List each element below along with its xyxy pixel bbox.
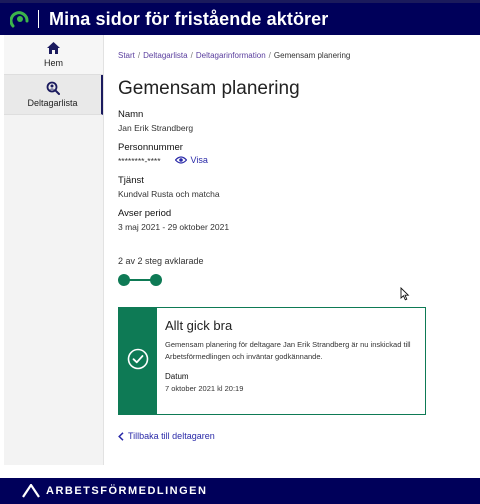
footer-logo-icon [22, 484, 40, 498]
page-title: Gemensam planering [118, 78, 300, 99]
period-label: Avser period [118, 208, 172, 219]
chevron-left-icon [118, 431, 124, 441]
back-to-participant-link[interactable]: Tillbaka till deltagaren [118, 431, 215, 441]
site-header: Mina sidor för fristående aktörer [0, 3, 480, 35]
datum-value: 7 oktober 2021 kl 20:19 [165, 384, 244, 393]
datum-label: Datum [165, 372, 189, 381]
header-divider [38, 10, 39, 28]
arbetsformedlingen-logo-icon[interactable] [8, 7, 32, 31]
sidebar: Hem Deltagarlista [4, 35, 104, 465]
visa-button[interactable]: Visa [174, 154, 208, 165]
breadcrumb-deltagarlista[interactable]: Deltagarlista [143, 51, 187, 60]
personnummer-value: ********-**** [118, 156, 161, 166]
period-value: 3 maj 2021 - 29 oktober 2021 [118, 222, 230, 232]
success-card-title: Allt gick bra [165, 318, 233, 333]
namn-label: Namn [118, 109, 144, 120]
tjanst-value: Kundval Rusta och matcha [118, 189, 220, 199]
breadcrumb-deltagarinformation[interactable]: Deltagarinformation [196, 51, 266, 60]
success-card-bar [119, 308, 157, 414]
field-personnummer: Personnummer ********-**** Visa [118, 142, 470, 166]
field-tjanst: Tjänst Kundval Rusta och matcha [118, 175, 470, 199]
site-footer: ARBETSFÖRMEDLINGEN [0, 478, 480, 504]
steps-status: 2 av 2 steg avklarade [118, 256, 204, 266]
breadcrumb-current: Gemensam planering [273, 51, 351, 60]
field-period: Avser period 3 maj 2021 - 29 oktober 202… [118, 208, 470, 232]
tjanst-label: Tjänst [118, 175, 144, 186]
check-circle-icon [127, 348, 149, 375]
search-person-icon [46, 81, 60, 95]
footer-brand: ARBETSFÖRMEDLINGEN [46, 485, 208, 497]
home-icon [47, 41, 61, 55]
main-content: Start / Deltagarlista / Deltagarinformation /… [118, 35, 470, 441]
header-title: Mina sidor för fristående aktörer [49, 8, 329, 29]
personnummer-label: Personnummer [118, 142, 183, 153]
eye-icon [174, 155, 187, 164]
namn-value: Jan Erik Strandberg [118, 123, 194, 133]
sidebar-item-hem[interactable]: Hem [4, 35, 103, 75]
back-link-label: Tillbaka till deltagaren [128, 431, 215, 441]
success-card: Allt gick bra Gemensam planering för del… [118, 307, 426, 415]
sidebar-item-label: Deltagarlista [27, 98, 78, 108]
visa-label: Visa [190, 154, 208, 165]
step-2-dot [150, 274, 162, 286]
sidebar-item-label: Hem [43, 58, 63, 68]
success-card-body: Gemensam planering för deltagare Jan Eri… [165, 340, 411, 361]
progress-stepper [118, 274, 162, 286]
sidebar-item-deltagarlista[interactable]: Deltagarlista [4, 75, 103, 115]
mouse-cursor-icon [400, 287, 410, 301]
field-namn: Namn Jan Erik Strandberg [118, 109, 470, 133]
breadcrumb-start[interactable]: Start [118, 51, 135, 60]
step-1-dot [118, 274, 130, 286]
breadcrumb: Start / Deltagarlista / Deltagarinformation /… [118, 51, 351, 60]
